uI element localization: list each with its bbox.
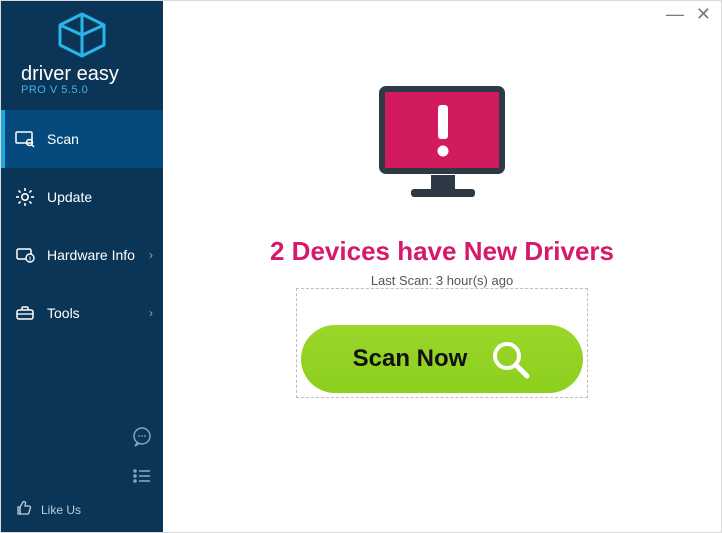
thumbs-up-icon [15,499,33,520]
toolbox-icon [15,303,35,323]
logo-area: driver easy PRO V 5.5.0 [1,1,163,104]
version-label: PRO V 5.5.0 [15,84,149,96]
logo-icon [15,11,149,59]
sidebar-nav: Scan Update [1,110,163,342]
scan-result-headline: 2 Devices have New Drivers [270,236,614,267]
gear-icon [15,187,35,207]
main-pane: 2 Devices have New Drivers Last Scan: 3 … [163,1,721,532]
scan-now-label: Scan Now [353,345,468,373]
scan-icon [15,129,35,149]
alert-illustration [367,83,517,216]
last-scan-label: Last Scan: 3 hour(s) ago [371,273,513,288]
sidebar-item-update[interactable]: Update [1,168,163,226]
sidebar-item-label: Scan [47,131,79,147]
close-button[interactable]: ✕ [696,5,711,25]
hardware-icon: i [15,245,35,265]
sidebar-item-label: Tools [47,305,80,321]
sidebar-item-label: Hardware Info [47,247,135,263]
like-us-button[interactable]: Like Us [15,499,149,520]
sidebar-item-scan[interactable]: Scan [1,110,163,168]
chevron-right-icon: › [149,248,153,262]
menu-list-icon[interactable] [131,465,153,492]
sidebar-footer: Like Us [1,491,163,532]
minimize-button[interactable]: — [666,5,684,25]
scan-button-focus-ring: Scan Now [296,288,588,398]
app-window: — ✕ driver easy PRO V 5.5.0 [0,0,722,533]
scan-now-button[interactable]: Scan Now [301,325,583,393]
chat-icon[interactable] [131,426,153,453]
sidebar-item-hardware-info[interactable]: i Hardware Info › [1,226,163,284]
brand-name: driver easy [15,63,149,86]
like-us-label: Like Us [41,503,81,517]
sidebar-item-label: Update [47,189,92,205]
sidebar: driver easy PRO V 5.5.0 Scan [1,1,163,532]
sidebar-item-tools[interactable]: Tools › [1,284,163,342]
magnify-icon [489,338,531,380]
sidebar-secondary-icons [131,426,153,492]
window-controls: — ✕ [666,1,721,25]
chevron-right-icon: › [149,306,153,320]
